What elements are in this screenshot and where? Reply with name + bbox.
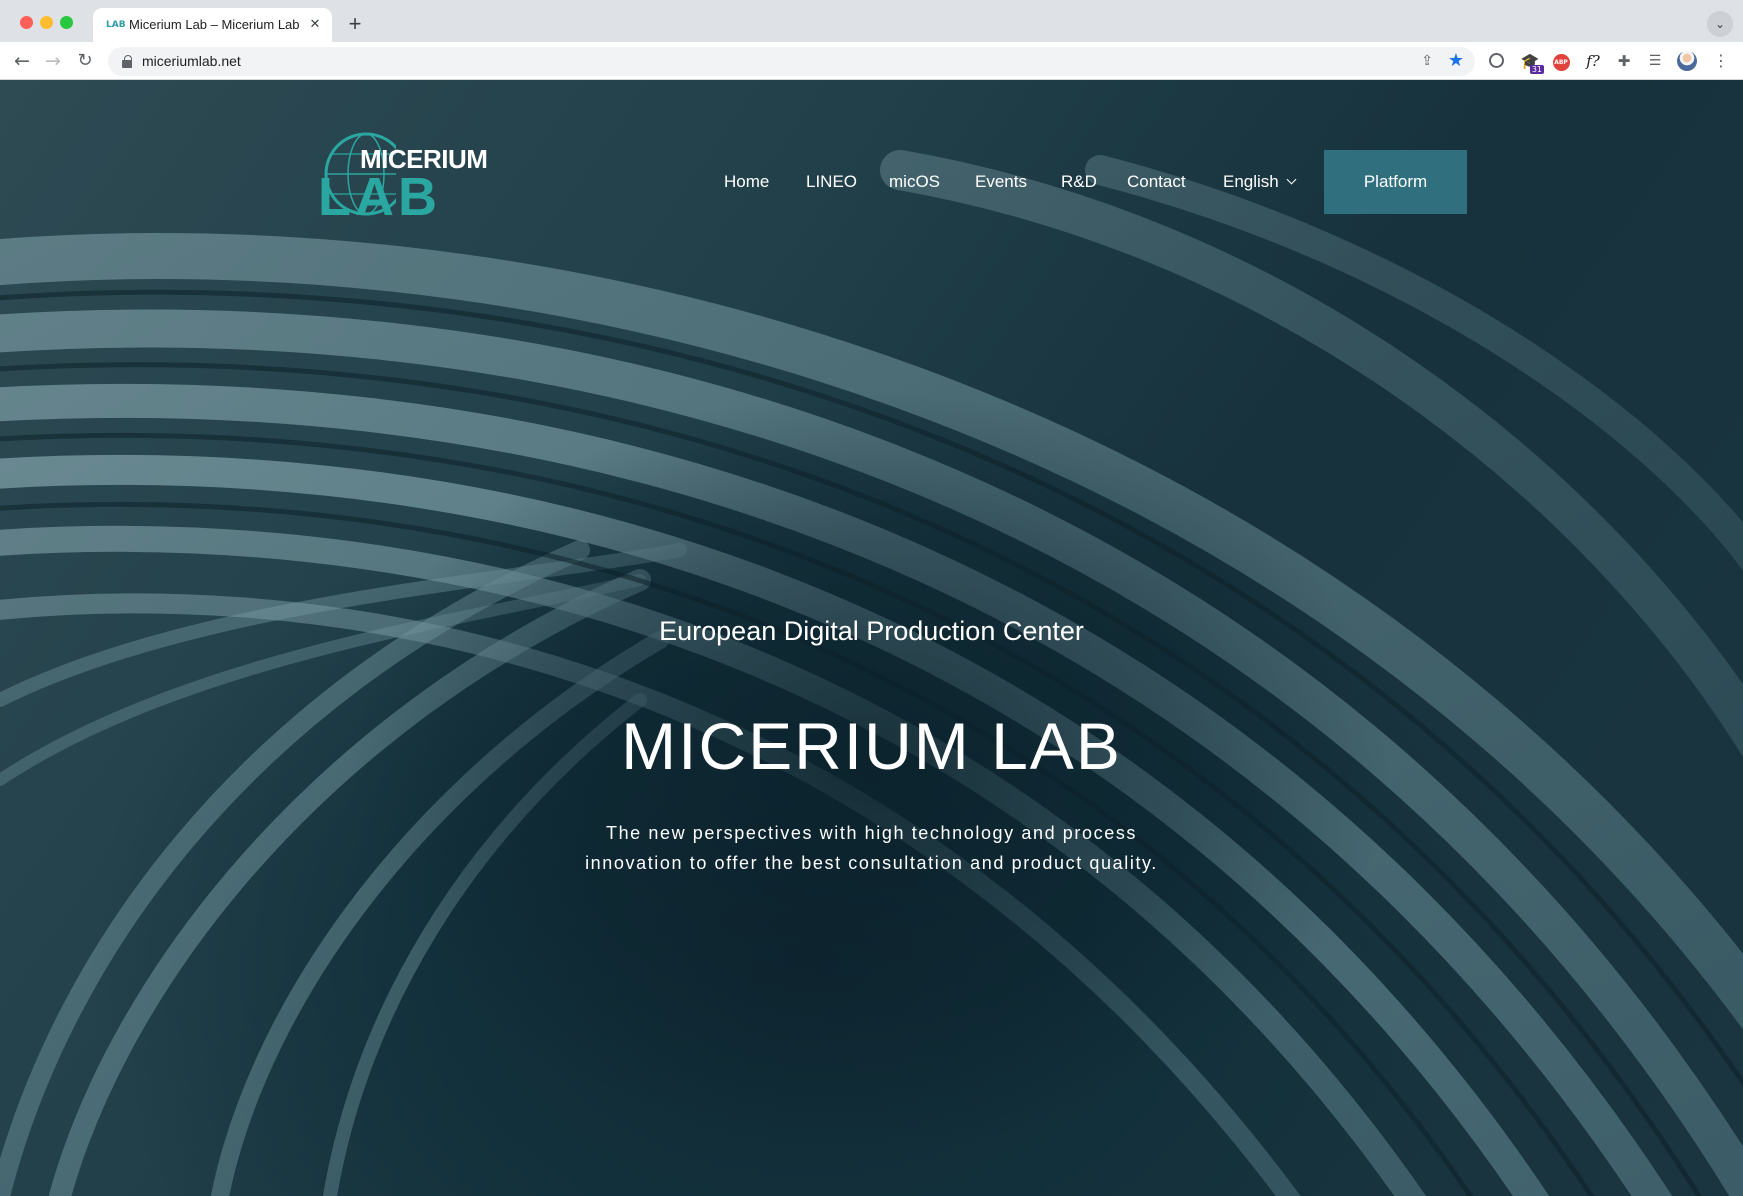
forward-button[interactable]: → — [41, 49, 65, 73]
nav-lineo[interactable]: LINEO — [806, 172, 857, 192]
close-window-button[interactable] — [20, 16, 33, 29]
language-selector[interactable]: English — [1223, 172, 1297, 192]
minimize-window-button[interactable] — [40, 16, 53, 29]
extensions-puzzle-icon[interactable]: ✚ — [1614, 51, 1634, 71]
url-text[interactable]: miceriumlab.net — [142, 53, 241, 69]
hero-title: MICERIUM LAB — [621, 709, 1122, 783]
chevron-down-icon — [1286, 174, 1297, 185]
adblock-extension-icon[interactable]: ABP — [1551, 51, 1571, 71]
logo-lab-text: LAB — [318, 167, 441, 227]
graduation-cap-extension-icon[interactable]: 🎓 31 — [1520, 51, 1544, 74]
block-extension-icon[interactable] — [1486, 51, 1506, 71]
language-label: English — [1223, 172, 1279, 191]
hero-description-line-2: innovation to offer the best consultatio… — [585, 853, 1158, 873]
platform-button[interactable]: Platform — [1324, 150, 1467, 214]
webpage: MICERIUM LAB Home LINEO micOS Events R&D… — [0, 80, 1743, 1196]
reload-button[interactable]: ↻ — [73, 49, 97, 73]
nav-home[interactable]: Home — [724, 172, 769, 192]
reading-list-icon[interactable]: ☰ — [1645, 51, 1665, 71]
browser-menu-icon[interactable]: ⋮ — [1711, 51, 1731, 71]
hero-description-line-1: The new perspectives with high technolog… — [605, 823, 1138, 843]
site-favicon-icon: LAB — [106, 20, 126, 30]
hero-description: The new perspectives with high technolog… — [0, 818, 1743, 878]
address-bar[interactable]: miceriumlab.net ⇪ ★ — [108, 47, 1475, 76]
nav-micos[interactable]: micOS — [889, 172, 940, 192]
site-logo[interactable]: MICERIUM LAB — [316, 124, 488, 228]
browser-tabstrip: LAB Micerium Lab – Micerium Lab ✕ + ⌄ — [0, 0, 1743, 42]
back-button[interactable]: ← — [10, 49, 34, 73]
nav-rd[interactable]: R&D — [1061, 172, 1097, 192]
font-finder-extension-icon[interactable]: f? — [1583, 51, 1603, 71]
share-icon[interactable]: ⇪ — [1421, 52, 1433, 69]
tab-close-icon[interactable]: ✕ — [306, 15, 324, 33]
bookmark-star-icon[interactable]: ★ — [1448, 50, 1464, 71]
adblock-label: ABP — [1552, 54, 1570, 71]
zoom-window-button[interactable] — [60, 16, 73, 29]
browser-toolbar: ← → ↻ miceriumlab.net ⇪ ★ 🎓 31 ABP f? ✚ ☰… — [0, 42, 1743, 80]
nav-contact[interactable]: Contact — [1127, 172, 1186, 192]
profile-avatar[interactable] — [1677, 51, 1697, 71]
lock-icon[interactable] — [122, 55, 132, 68]
tab-title: Micerium Lab – Micerium Lab — [129, 17, 300, 32]
new-tab-button[interactable]: + — [341, 11, 369, 39]
nav-events[interactable]: Events — [975, 172, 1027, 192]
active-tab[interactable]: LAB Micerium Lab – Micerium Lab ✕ — [93, 8, 332, 42]
hero-subtitle: European Digital Production Center — [659, 616, 1084, 646]
extension-badge: 31 — [1529, 65, 1544, 74]
tab-search-button[interactable]: ⌄ — [1707, 11, 1733, 37]
